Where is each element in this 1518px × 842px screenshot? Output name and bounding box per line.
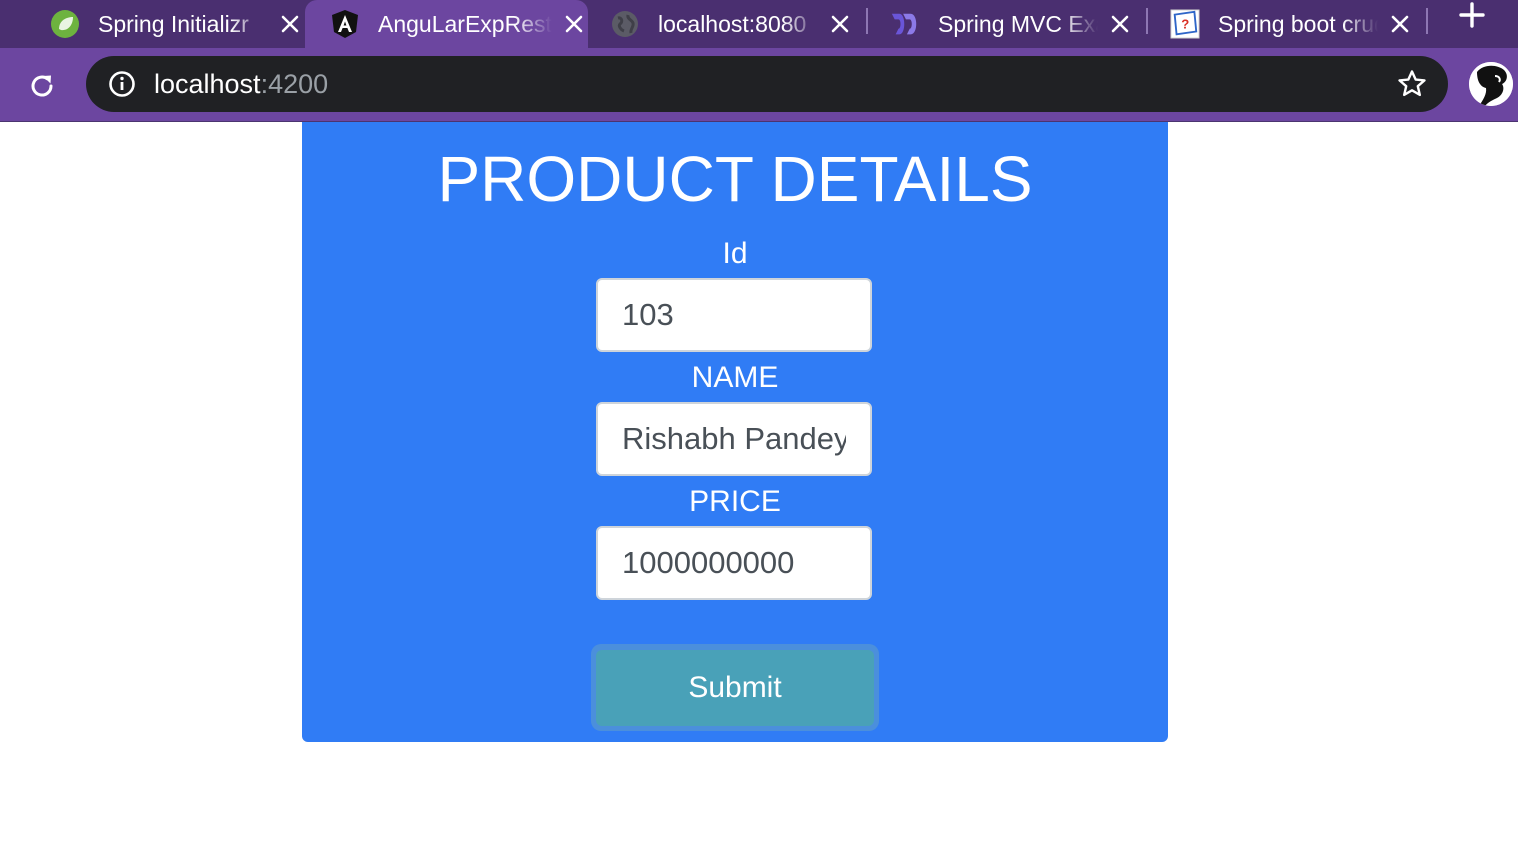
globe-icon	[610, 9, 640, 39]
url-host: localhost	[154, 69, 261, 99]
close-icon[interactable]	[1386, 10, 1414, 38]
close-icon[interactable]	[560, 10, 588, 38]
spring-leaf-icon	[50, 9, 80, 39]
tab-separator	[866, 8, 868, 34]
tab-strip: Spring Initializr AnguLarExpRest localho…	[0, 0, 1518, 48]
url-text[interactable]: localhost:4200	[154, 68, 328, 100]
close-icon[interactable]	[1106, 10, 1134, 38]
tab-title: AnguLarExpRest	[378, 10, 552, 37]
price-label: PRICE	[689, 485, 781, 518]
tab-angularexprest[interactable]: AnguLarExpRest	[305, 0, 588, 48]
product-details-card: PRODUCT DETAILS Id NAME PRICE Submit	[302, 122, 1168, 742]
submit-button[interactable]: Submit	[596, 650, 874, 726]
url-port: :4200	[260, 69, 329, 99]
name-label: NAME	[691, 361, 779, 394]
tab-localhost-8080[interactable]: localhost:8080	[610, 0, 854, 48]
tab-title: Spring Initializr	[98, 10, 249, 37]
bookmark-star-icon[interactable]	[1396, 68, 1428, 100]
close-icon[interactable]	[826, 10, 854, 38]
reload-icon	[31, 75, 53, 97]
avatar-icon	[1469, 62, 1513, 106]
tab-separator	[1426, 8, 1428, 34]
profile-avatar[interactable]	[1469, 62, 1513, 106]
tab-separator	[1146, 8, 1148, 34]
id-input[interactable]	[596, 278, 872, 352]
dbeaver-icon	[890, 9, 920, 39]
svg-text:?: ?	[1181, 17, 1189, 32]
plus-icon	[1459, 2, 1485, 28]
angular-icon	[330, 9, 360, 39]
page-title: PRODUCT DETAILS	[437, 143, 1033, 215]
tab-title: localhost:8080	[658, 10, 807, 37]
tab-spring-boot-crud[interactable]: ? Spring boot crud	[1170, 0, 1414, 48]
tab-title: Spring boot crud	[1218, 10, 1378, 37]
address-bar[interactable]: localhost:4200	[86, 56, 1448, 112]
name-input[interactable]	[596, 402, 872, 476]
browser-toolbar: localhost:4200	[0, 48, 1518, 121]
document-icon: ?	[1170, 9, 1200, 39]
reload-button[interactable]	[22, 66, 62, 106]
close-icon[interactable]	[276, 10, 304, 38]
price-input[interactable]	[596, 526, 872, 600]
info-icon[interactable]	[108, 70, 136, 98]
tab-spring-initializr[interactable]: Spring Initializr	[50, 0, 304, 48]
tab-spring-mvc-example[interactable]: Spring MVC Example	[890, 0, 1134, 48]
id-label: Id	[722, 237, 748, 270]
tab-title: Spring MVC Example	[938, 10, 1098, 37]
new-tab-button[interactable]	[1452, 0, 1492, 30]
